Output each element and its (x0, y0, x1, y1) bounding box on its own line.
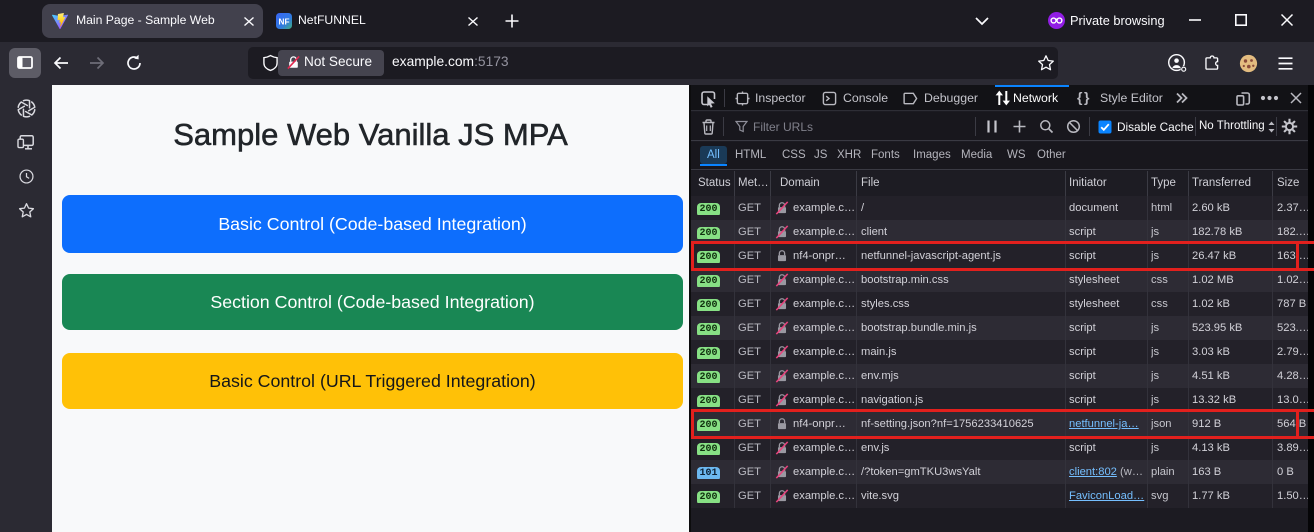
svg-text:NF: NF (279, 18, 290, 27)
